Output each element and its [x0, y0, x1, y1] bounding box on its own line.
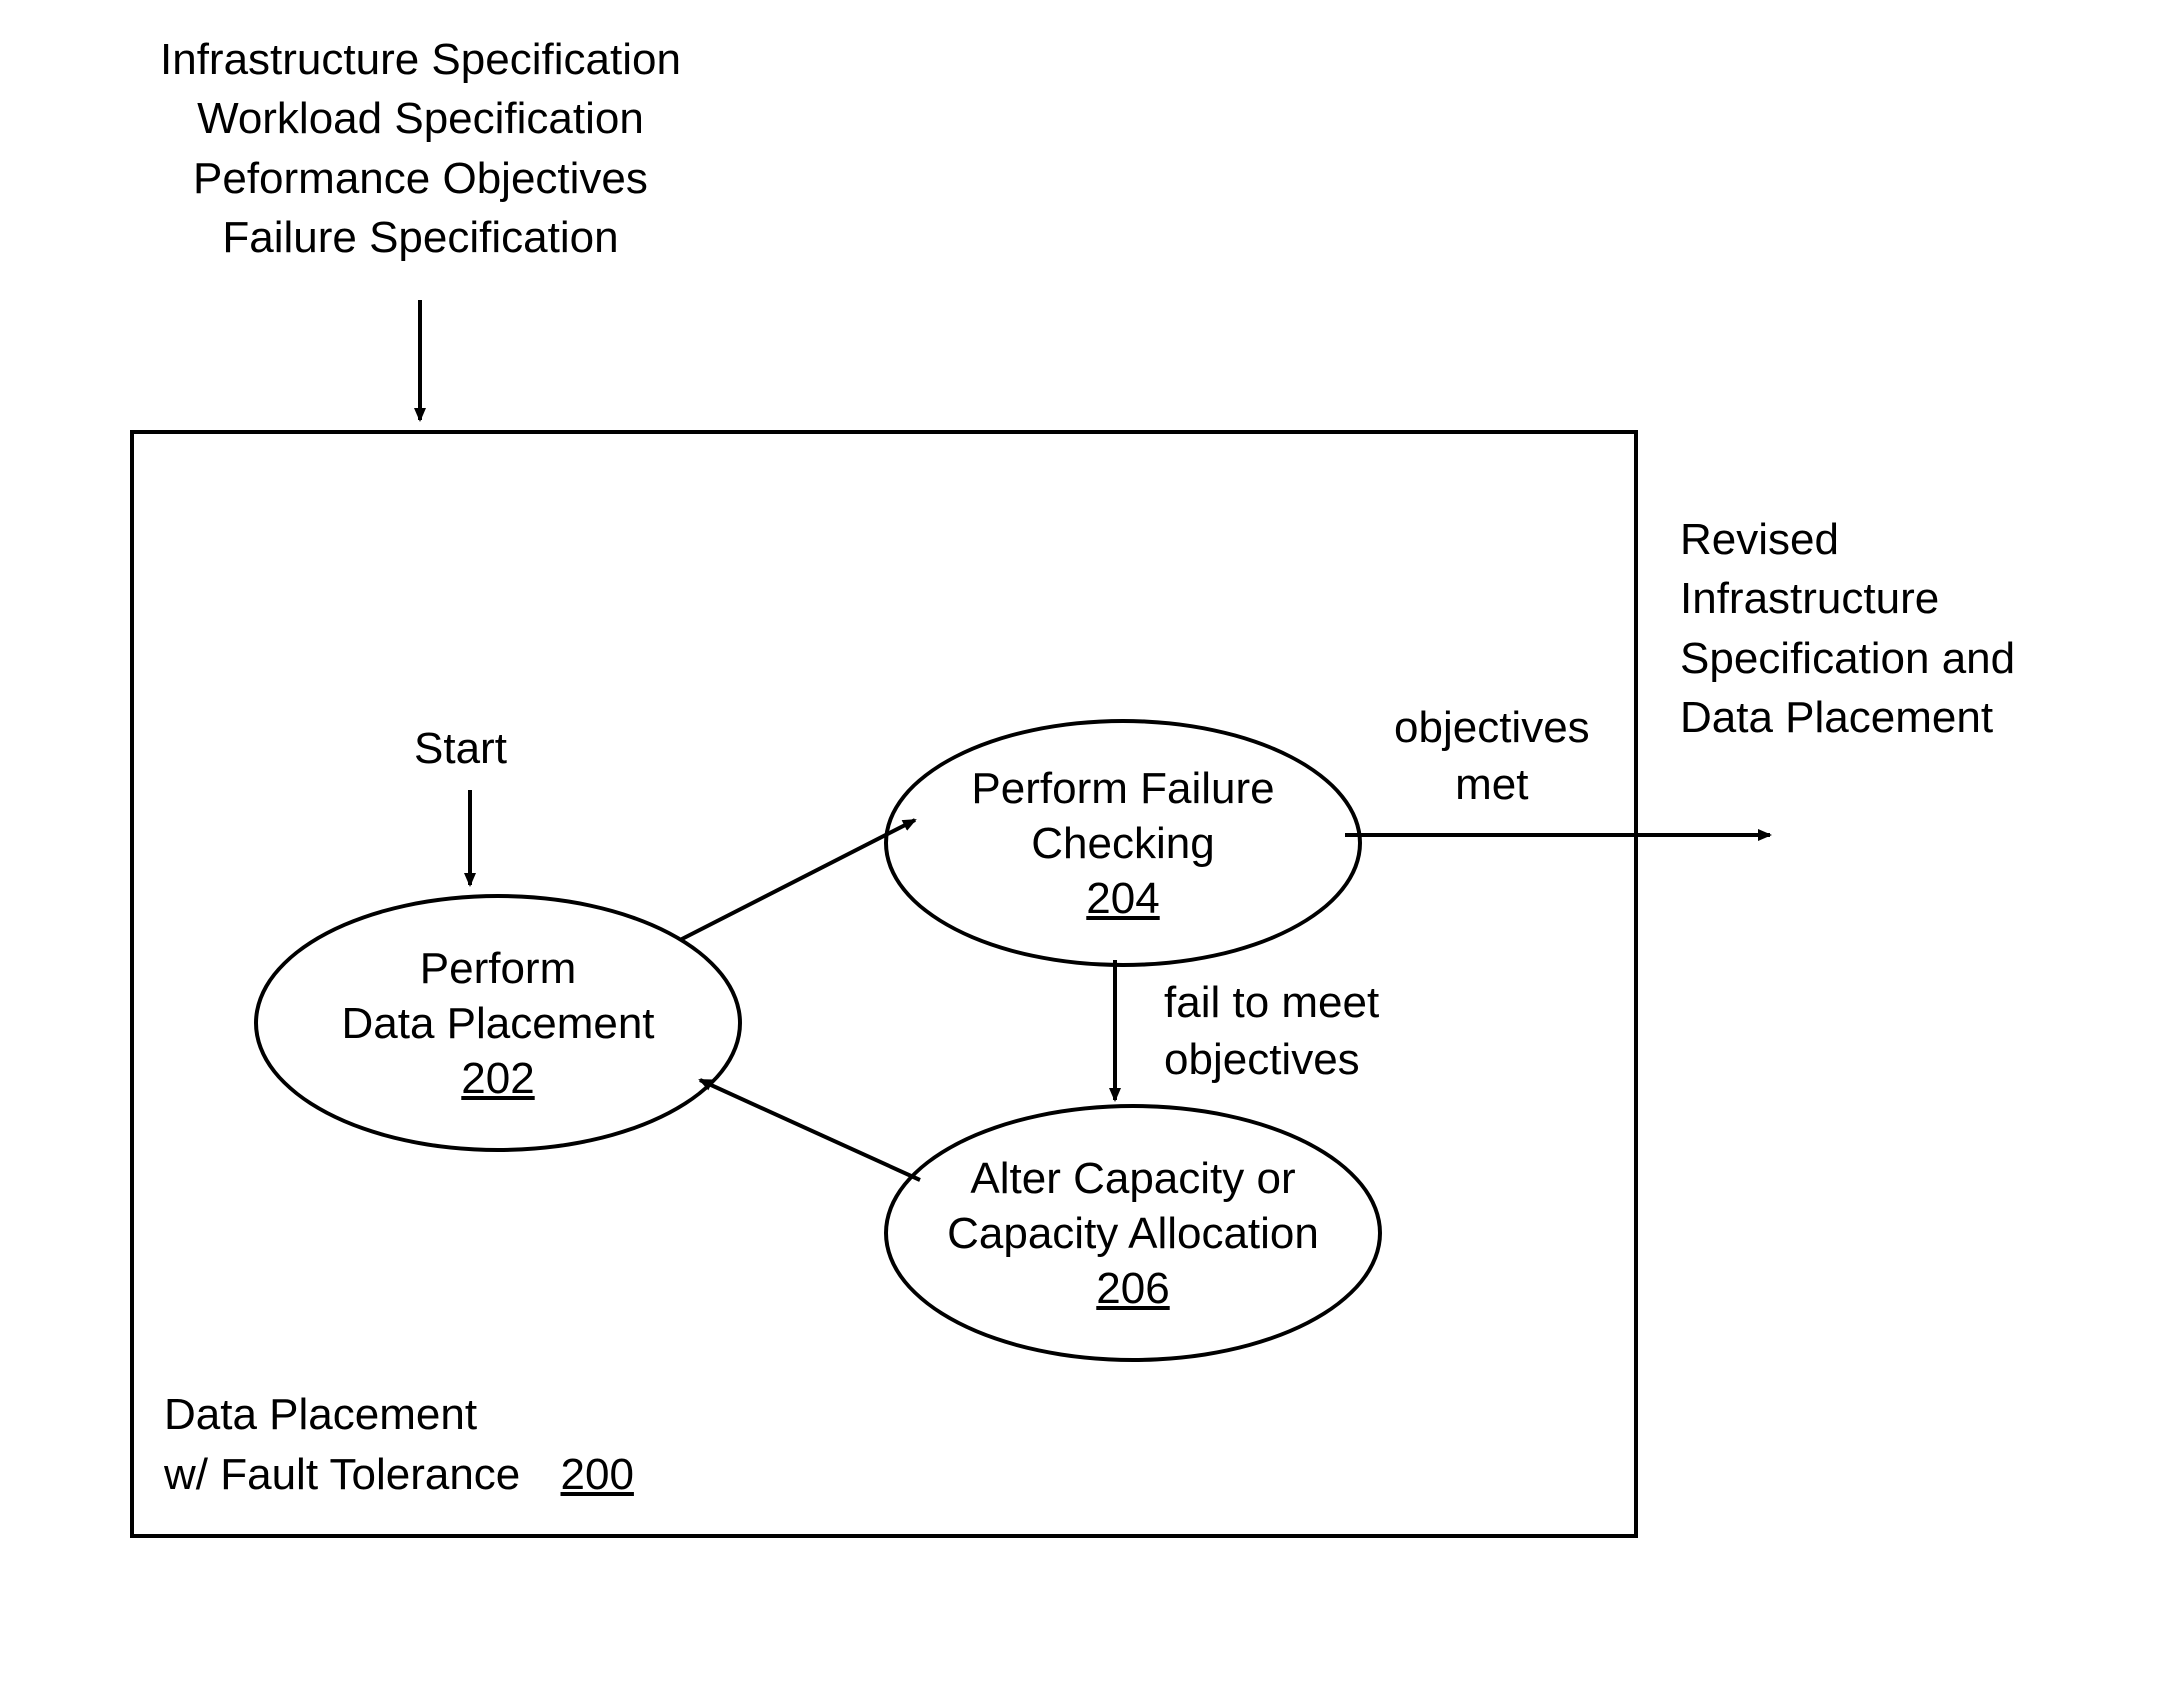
- node-perform-failure-checking: Perform Failure Checking 204: [884, 719, 1362, 967]
- input-line-4: Failure Specification: [160, 208, 681, 267]
- node-206-line1: Alter Capacity or: [970, 1151, 1295, 1206]
- box-ref: 200: [561, 1450, 634, 1499]
- node-204-line1: Perform Failure: [971, 761, 1274, 816]
- process-container-box: Start Perform Data Placement 202 Perform…: [130, 430, 1638, 1538]
- edge-met-line1: objectives: [1394, 699, 1590, 756]
- input-line-3: Peformance Objectives: [160, 149, 681, 208]
- node-204-ref: 204: [1086, 871, 1159, 926]
- input-line-2: Workload Specification: [160, 89, 681, 148]
- edge-fail-line2: objectives: [1164, 1031, 1379, 1088]
- output-labels: Revised Infrastructure Specification and…: [1680, 510, 2015, 748]
- edge-label-objectives-met: objectives met: [1394, 699, 1590, 813]
- node-202-line2: Data Placement: [341, 996, 654, 1051]
- box-title: Data Placement w/ Fault Tolerance 200: [164, 1385, 634, 1504]
- node-perform-data-placement: Perform Data Placement 202: [254, 894, 742, 1152]
- node-202-line1: Perform: [420, 941, 576, 996]
- output-line3: Specification and: [1680, 629, 2015, 688]
- output-line1: Revised: [1680, 510, 2015, 569]
- box-title-line2: w/ Fault Tolerance: [164, 1450, 520, 1499]
- edge-fail-line1: fail to meet: [1164, 974, 1379, 1031]
- box-title-line1: Data Placement: [164, 1385, 634, 1444]
- node-alter-capacity: Alter Capacity or Capacity Allocation 20…: [884, 1104, 1382, 1362]
- edge-label-fail-objectives: fail to meet objectives: [1164, 974, 1379, 1088]
- diagram-canvas: Infrastructure Specification Workload Sp…: [0, 0, 2163, 1681]
- input-specifications-label: Infrastructure Specification Workload Sp…: [160, 30, 681, 268]
- node-202-ref: 202: [461, 1051, 534, 1106]
- node-206-line2: Capacity Allocation: [947, 1206, 1319, 1261]
- node-206-ref: 206: [1096, 1261, 1169, 1316]
- start-label: Start: [414, 724, 507, 774]
- input-line-1: Infrastructure Specification: [160, 30, 681, 89]
- node-204-line2: Checking: [1031, 816, 1214, 871]
- output-line2: Infrastructure: [1680, 569, 2015, 628]
- edge-met-line2: met: [1394, 756, 1590, 813]
- output-line4: Data Placement: [1680, 688, 2015, 747]
